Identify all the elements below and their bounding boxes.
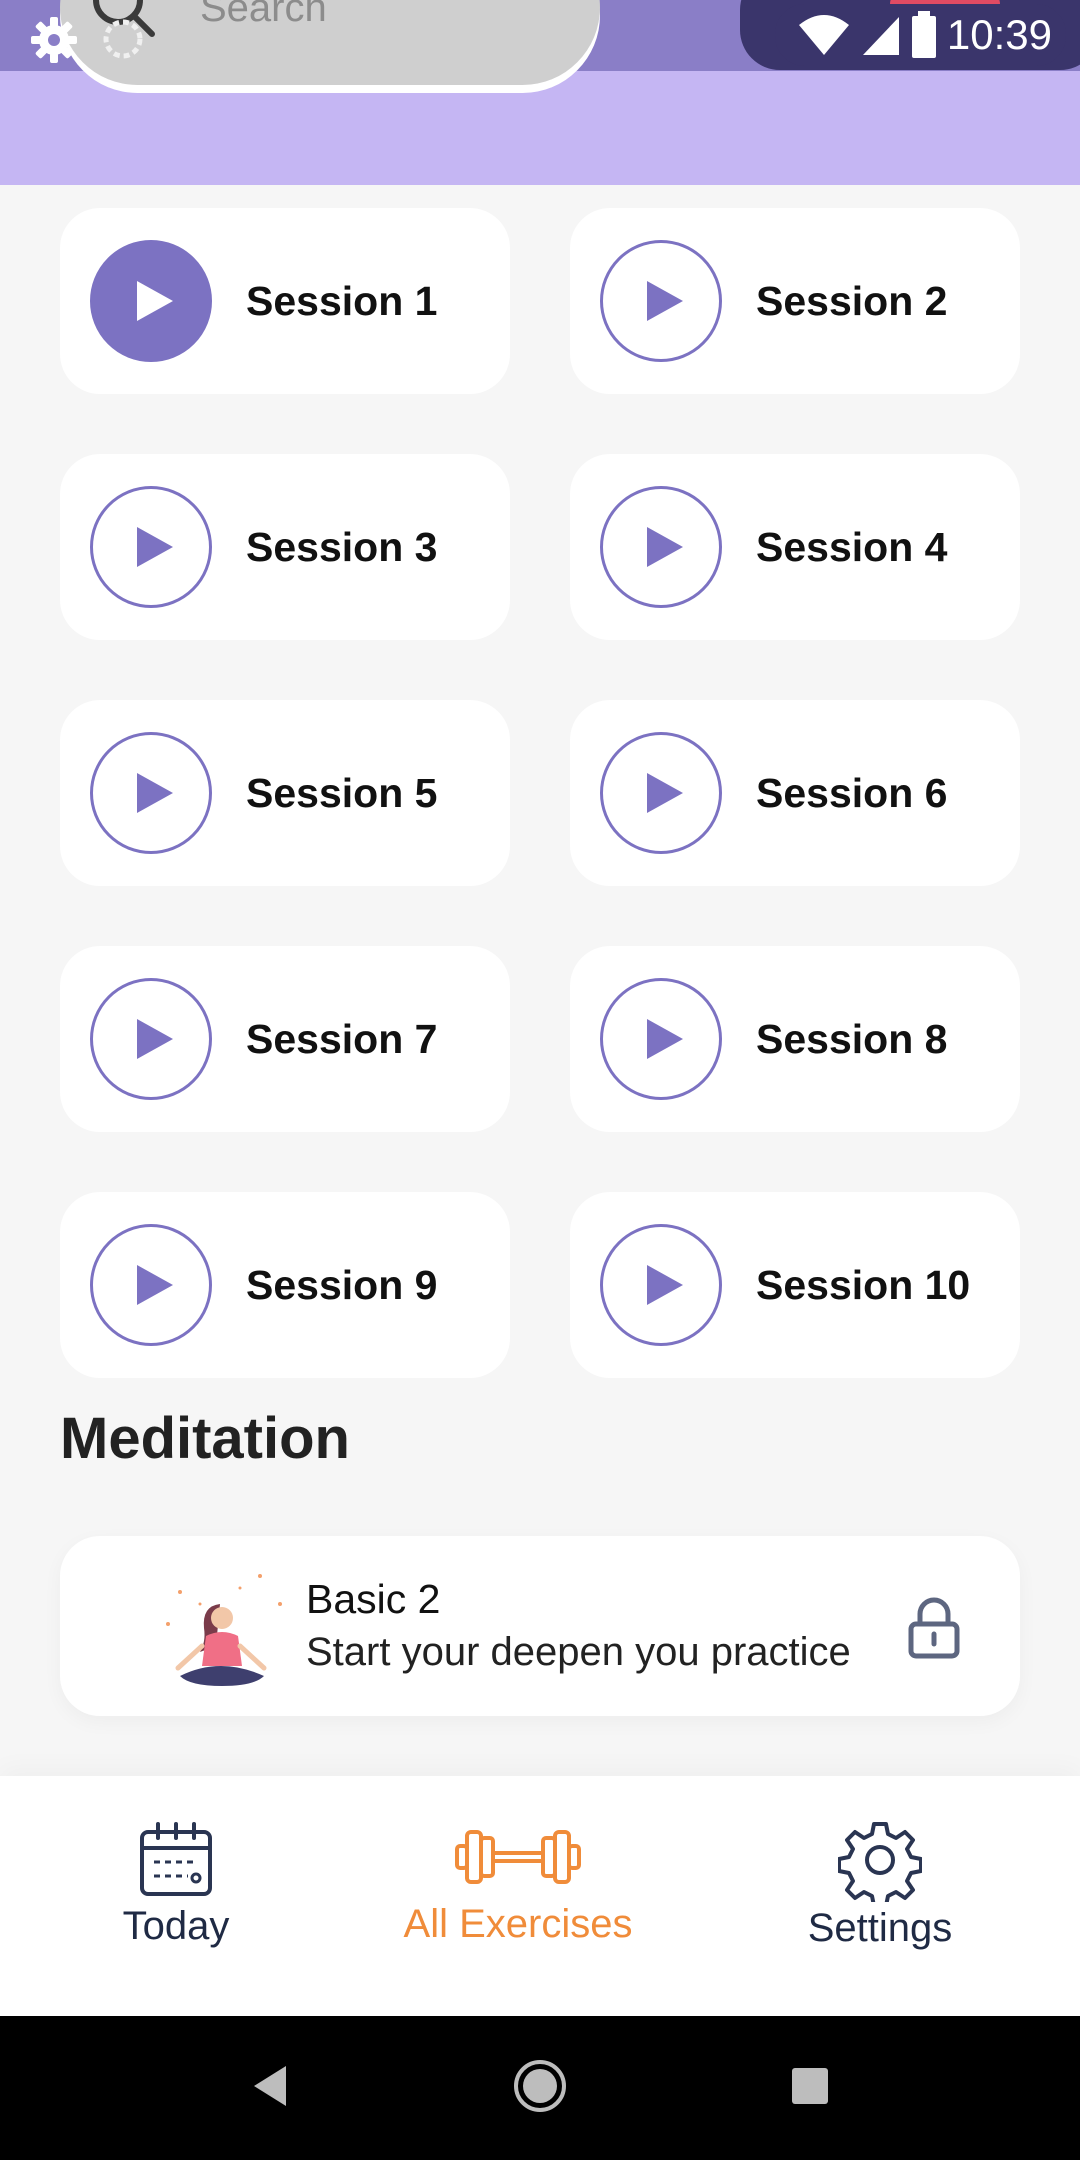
loading-spinner-icon — [103, 19, 143, 59]
meditation-card-title: Basic 2 — [306, 1576, 441, 1622]
session-label: Session 7 — [246, 1015, 438, 1062]
play-icon — [647, 773, 683, 813]
cell-signal-icon — [862, 17, 899, 55]
meditation-card-subtitle: Start your deepen you practice — [306, 1630, 851, 1674]
session-grid: Session 1 Session 2 Session 3 Session 4 Sess… — [60, 208, 1020, 1378]
session-card[interactable]: Session 1 — [60, 208, 510, 394]
play-icon — [137, 1265, 173, 1305]
recents-icon[interactable] — [790, 2066, 830, 2106]
bottom-navigation: Today All Exercises Settings — [0, 1776, 1080, 2016]
session-card[interactable]: Session 5 — [60, 700, 510, 886]
system-navigation-bar — [0, 2016, 1080, 2160]
session-card[interactable]: Session 4 — [570, 454, 1020, 640]
play-button[interactable] — [600, 978, 722, 1100]
meditation-illustration — [166, 1574, 282, 1686]
play-button[interactable] — [90, 1224, 212, 1346]
nav-label-all-exercises: All Exercises — [403, 1902, 633, 1946]
session-label: Session 5 — [246, 769, 438, 816]
nav-label-today: Today — [122, 1904, 230, 1948]
play-button[interactable] — [90, 486, 212, 608]
calendar-icon — [140, 1822, 212, 1896]
nav-item-all-exercises[interactable]: All Exercises — [368, 1776, 668, 2016]
session-label: Session 10 — [756, 1261, 971, 1308]
play-button[interactable] — [600, 1224, 722, 1346]
session-card[interactable]: Session 6 — [570, 700, 1020, 886]
nav-item-today[interactable]: Today — [26, 1776, 326, 2016]
wifi-icon — [798, 15, 849, 55]
session-label: Session 9 — [246, 1261, 438, 1308]
play-button[interactable] — [600, 732, 722, 854]
dumbbell-icon — [455, 1830, 581, 1884]
play-icon — [137, 281, 173, 321]
play-button[interactable] — [600, 240, 722, 362]
meditation-card-basic-2[interactable]: Basic 2 Start your deepen you practice — [60, 1536, 1020, 1716]
battery-icon — [911, 11, 936, 58]
session-card[interactable]: Session 8 — [570, 946, 1020, 1132]
play-icon — [137, 527, 173, 567]
play-icon — [647, 527, 683, 567]
status-icons: 10:39 — [774, 4, 1066, 66]
play-button[interactable] — [90, 732, 212, 854]
play-button[interactable] — [90, 978, 212, 1100]
nav-item-settings[interactable]: Settings — [730, 1776, 1030, 2016]
session-label: Session 6 — [756, 769, 948, 816]
session-card[interactable]: Session 7 — [60, 946, 510, 1132]
session-label: Session 8 — [756, 1015, 948, 1062]
play-icon — [137, 1019, 173, 1059]
settings-gear-icon — [31, 17, 77, 63]
gear-icon — [838, 1822, 922, 1902]
session-label: Session 1 — [246, 277, 438, 324]
play-icon — [137, 773, 173, 813]
session-label: Session 3 — [246, 523, 438, 570]
play-icon — [647, 1019, 683, 1059]
play-button[interactable] — [90, 240, 212, 362]
search-input[interactable]: Search — [200, 0, 327, 31]
session-card[interactable]: Session 10 — [570, 1192, 1020, 1378]
nav-label-settings: Settings — [807, 1906, 953, 1950]
status-time: 10:39 — [946, 11, 1052, 58]
session-label: Session 2 — [756, 277, 948, 324]
lock-icon — [908, 1597, 960, 1659]
home-icon[interactable] — [512, 2058, 568, 2114]
play-button[interactable] — [600, 486, 722, 608]
session-label: Session 4 — [756, 523, 948, 570]
play-icon — [647, 281, 683, 321]
session-card[interactable]: Session 9 — [60, 1192, 510, 1378]
back-icon[interactable] — [250, 2064, 290, 2108]
play-icon — [647, 1265, 683, 1305]
session-card[interactable]: Session 2 — [570, 208, 1020, 394]
header-banner: Search 10:39 — [0, 0, 1080, 185]
section-title-meditation: Meditation — [60, 1406, 350, 1471]
session-card[interactable]: Session 3 — [60, 454, 510, 640]
